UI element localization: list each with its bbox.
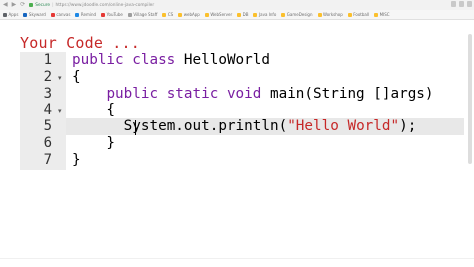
code-line[interactable]: System.out.println("Hello World"); bbox=[72, 118, 417, 135]
bookmark-icon bbox=[204, 12, 209, 17]
secure-label: Secure bbox=[35, 2, 51, 8]
bookmark-icon bbox=[253, 12, 258, 17]
apps-icon bbox=[3, 12, 7, 17]
bookmark-star-icon[interactable] bbox=[451, 1, 456, 7]
code-line[interactable]: } bbox=[72, 135, 115, 152]
browser-address-bar: ◀ ▶ ⟳ Secure | https://www.jdoodle.com/o… bbox=[0, 0, 474, 10]
page-scrollbar[interactable] bbox=[468, 34, 472, 164]
bookmark-label: Skyward bbox=[28, 12, 46, 17]
bookmark-item[interactable]: Football bbox=[347, 12, 370, 17]
bookmark-label: DB bbox=[242, 12, 249, 17]
code-token: System.out.println( bbox=[123, 118, 288, 134]
bookmark-item[interactable]: Skyward bbox=[23, 12, 46, 17]
bookmark-item[interactable]: Remind bbox=[75, 12, 96, 17]
bookmark-icon bbox=[347, 12, 352, 17]
bookmark-item[interactable]: GameDesign bbox=[281, 12, 313, 17]
bookmark-icon bbox=[317, 12, 322, 17]
url-field[interactable]: Secure | https://www.jdoodle.com/online-… bbox=[29, 1, 448, 9]
bookmark-label: canvas bbox=[56, 12, 71, 17]
bookmark-item[interactable]: Workshop bbox=[317, 12, 343, 17]
code-line[interactable]: { bbox=[72, 102, 115, 119]
code-line[interactable]: public static void main(String []args) bbox=[72, 86, 434, 103]
browser-extensions bbox=[451, 1, 472, 7]
code-keyword: public static void bbox=[106, 86, 270, 102]
bookmark-item[interactable]: YouTube bbox=[101, 12, 123, 17]
code-token: } bbox=[72, 135, 116, 151]
bookmark-item[interactable]: CS bbox=[162, 12, 173, 17]
bookmark-label: Remind bbox=[80, 12, 97, 17]
code-token: } bbox=[72, 152, 81, 168]
line-number: 2 bbox=[43, 69, 52, 85]
bookmark-icon bbox=[281, 12, 286, 17]
line-number: 1 bbox=[43, 52, 52, 68]
line-number: 7 bbox=[43, 152, 52, 168]
bookmark-item[interactable]: canvas bbox=[50, 12, 71, 17]
bookmark-label: Java Info bbox=[258, 12, 277, 17]
back-icon[interactable]: ◀ bbox=[3, 0, 8, 10]
bookmark-icon bbox=[178, 12, 183, 17]
bookmark-label: GameDesign bbox=[286, 12, 313, 17]
lock-icon bbox=[29, 3, 34, 7]
code-keyword: public class bbox=[72, 52, 184, 68]
bookmark-icon bbox=[50, 12, 55, 17]
fold-toggle-icon[interactable]: ▾ bbox=[58, 74, 62, 82]
bookmark-label: Village Staff bbox=[133, 12, 158, 17]
bookmark-label: CS bbox=[167, 12, 174, 17]
code-editor[interactable]: 1 public class HelloWorld 2 ▾ {3 public stat… bbox=[20, 52, 464, 170]
bookmark-label: webApp bbox=[183, 12, 200, 17]
bookmarks-bar: Apps Skyward canvas Remind YouTube Village St… bbox=[0, 10, 474, 20]
bookmark-icon bbox=[162, 12, 167, 17]
bookmark-label: Workshop bbox=[323, 12, 343, 17]
code-token: main(String []args) bbox=[269, 86, 434, 102]
reload-icon[interactable]: ⟳ bbox=[20, 0, 25, 10]
bookmark-label: MISC bbox=[379, 12, 390, 17]
bookmark-item[interactable]: webApp bbox=[178, 12, 200, 17]
line-number: 5 bbox=[43, 118, 52, 134]
bookmark-icon bbox=[23, 12, 28, 17]
bookmark-label: WebServer bbox=[210, 12, 233, 17]
code-string: "Hello World" bbox=[287, 118, 400, 134]
extension-icon[interactable] bbox=[459, 1, 464, 7]
line-number: 6 bbox=[43, 135, 52, 151]
bookmark-item[interactable]: Java Info bbox=[253, 12, 276, 17]
code-line[interactable]: public class HelloWorld bbox=[72, 52, 270, 69]
bookmark-item[interactable]: Village Staff bbox=[127, 12, 158, 17]
bookmark-item[interactable]: DB bbox=[237, 12, 248, 17]
page-title: Your Code ... bbox=[20, 34, 140, 52]
code-token: HelloWorld bbox=[183, 52, 270, 68]
bookmark-item[interactable]: MISC bbox=[374, 12, 390, 17]
forward-icon[interactable]: ▶ bbox=[12, 0, 17, 10]
code-token: { bbox=[72, 69, 81, 85]
bookmark-label: YouTube bbox=[106, 12, 123, 17]
line-number: 3 bbox=[43, 86, 52, 102]
code-line[interactable]: } bbox=[72, 152, 81, 169]
url-separator: | bbox=[52, 2, 54, 8]
nav-buttons: ◀ ▶ ⟳ bbox=[0, 0, 25, 10]
bookmark-label: Football bbox=[353, 12, 370, 17]
bookmark-icon bbox=[374, 12, 379, 17]
bookmark-label: Apps bbox=[8, 12, 19, 17]
bookmark-icon bbox=[75, 12, 80, 17]
bookmark-icon bbox=[127, 12, 132, 17]
line-number: 4 bbox=[43, 102, 52, 118]
code-token: { bbox=[72, 102, 116, 118]
bookmark-item[interactable]: WebServer bbox=[204, 12, 233, 17]
fold-toggle-icon[interactable]: ▾ bbox=[58, 107, 62, 115]
code-line[interactable]: { bbox=[72, 69, 81, 86]
code-token: ); bbox=[399, 118, 417, 134]
url-text: https://www.jdoodle.com/online-java-comp… bbox=[55, 2, 155, 8]
bookmark-item[interactable]: Apps bbox=[3, 12, 18, 17]
bookmark-icon bbox=[101, 12, 106, 17]
menu-icon[interactable] bbox=[467, 1, 472, 7]
bookmark-icon bbox=[237, 12, 242, 17]
